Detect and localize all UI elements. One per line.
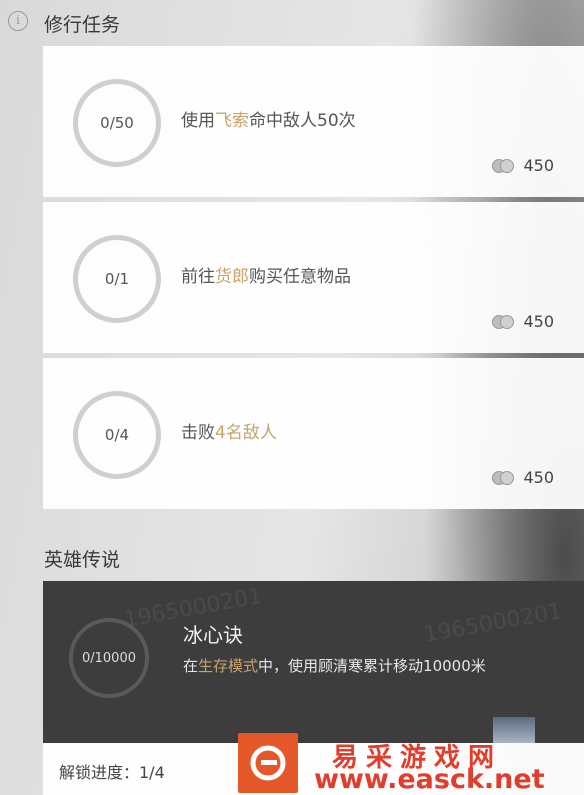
hero-quest-card[interactable]: 1965000201 1965000201 0/10000 冰心诀 在生存模式中… (43, 581, 584, 743)
logo-emblem-icon (250, 745, 286, 781)
reward-amount: 450 (523, 156, 554, 175)
hero-quest-title: 冰心诀 (183, 623, 243, 647)
progress-ring: 0/50 (73, 79, 161, 167)
desc-highlight: 货郎 (215, 267, 249, 287)
reward-amount: 450 (523, 312, 554, 331)
coins-icon (492, 314, 515, 329)
desc-text: 前往 (181, 267, 215, 287)
coins-icon (492, 158, 515, 173)
progress-text: 0/4 (104, 426, 130, 444)
progress-ring: 0/10000 (69, 618, 149, 698)
progress-ring: 0/1 (73, 235, 161, 323)
unlock-progress-text: 解锁进度：1/4 (59, 763, 165, 782)
desc-text: 击败 (181, 423, 215, 443)
desc-text: 购买任意物品 (249, 267, 351, 287)
coins-icon (492, 470, 515, 485)
desc-highlight: 生存模式 (198, 657, 259, 675)
reward: 450 (491, 156, 554, 175)
info-icon[interactable]: i (8, 11, 28, 31)
desc-highlight: 4名敌人 (215, 423, 277, 443)
desc-text: 命中敌人50次 (249, 111, 356, 131)
reward: 450 (491, 468, 554, 487)
hero-quest-description: 在生存模式中，使用顾清寒累计移动10000米 (183, 655, 486, 676)
desc-text: 在 (183, 657, 199, 675)
task-description: 使用飞索命中敌人50次 (181, 106, 356, 131)
desc-text: 中，使用顾清寒累计移动10000米 (258, 657, 486, 675)
progress-text: 0/1 (104, 270, 130, 288)
progress-ring: 0/4 (73, 391, 161, 479)
section-title-daily: 修行任务 (44, 14, 121, 36)
reward-amount: 450 (523, 468, 554, 487)
section-title-legend: 英雄传说 (44, 549, 121, 571)
watermark: 1965000201 (421, 599, 565, 648)
reward: 450 (491, 312, 554, 331)
site-watermark-url: www.easck.net (314, 764, 545, 795)
progress-text: 0/10000 (81, 650, 136, 666)
task-description: 击败4名敌人 (181, 418, 277, 443)
desc-highlight: 飞索 (215, 111, 249, 131)
site-logo-icon (238, 733, 298, 793)
progress-text: 0/50 (100, 114, 134, 132)
desc-text: 使用 (181, 111, 215, 131)
task-card[interactable]: 0/1 前往货郎购买任意物品 450 (43, 202, 584, 353)
task-description: 前往货郎购买任意物品 (181, 262, 351, 287)
task-card[interactable]: 0/50 使用飞索命中敌人50次 450 (43, 46, 584, 197)
task-card[interactable]: 0/4 击败4名敌人 450 (43, 358, 584, 509)
